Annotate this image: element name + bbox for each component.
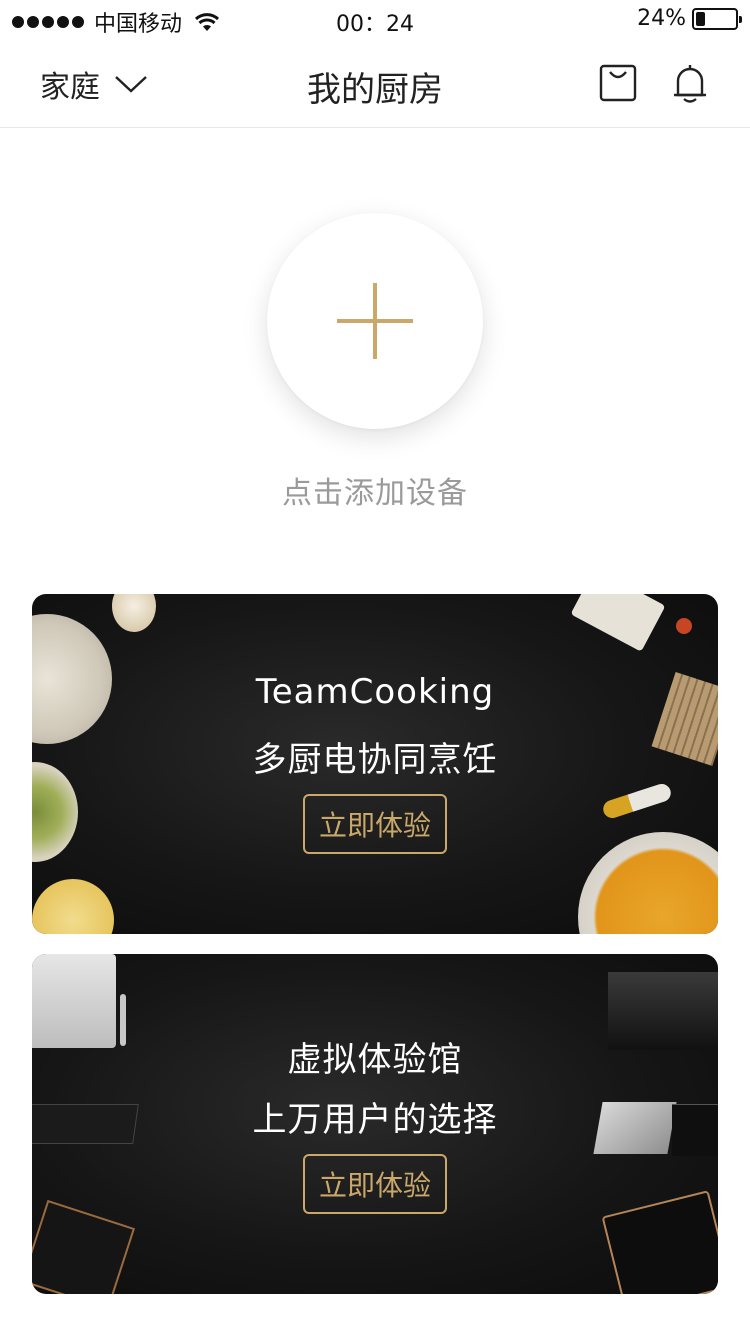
soup-bowl-image <box>578 832 718 934</box>
tomato-image <box>676 618 692 634</box>
battery-level <box>696 11 705 26</box>
status-right: 24% <box>637 6 742 31</box>
add-device-label: 点击添加设备 <box>282 476 468 511</box>
banner-subtitle: 上万用户的选择 <box>252 1100 498 1140</box>
status-bar: 中国移动 00：24 24% <box>0 0 750 40</box>
steam-oven-image <box>32 1199 136 1294</box>
salt-bowl-image <box>112 594 156 632</box>
bell-icon[interactable] <box>670 62 710 104</box>
add-device-button[interactable] <box>267 213 483 429</box>
control-panel-image <box>601 1190 718 1294</box>
shopping-bag-icon[interactable] <box>598 62 638 104</box>
banner-title: 虚拟体验馆 <box>287 1040 463 1080</box>
try-now-button[interactable]: 立即体验 <box>303 794 447 854</box>
cutting-board-image <box>570 594 666 652</box>
plus-icon <box>337 283 413 359</box>
virtual-showroom-banner[interactable]: 虚拟体验馆 上万用户的选择 立即体验 <box>32 954 718 1294</box>
spoon-image <box>600 781 674 821</box>
nav-bar: 家庭 我的厨房 <box>0 40 750 128</box>
battery-icon <box>692 7 742 30</box>
nav-actions <box>598 62 710 104</box>
teamcooking-banner[interactable]: TeamCooking 多厨电协同烹饪 立即体验 <box>32 594 718 934</box>
lemon-slice-image <box>32 879 114 934</box>
battery-percent: 24% <box>637 6 686 31</box>
banner-subtitle: 多厨电协同烹饪 <box>252 740 498 780</box>
banner-title: TeamCooking <box>255 672 495 712</box>
try-now-button[interactable]: 立即体验 <box>303 1154 447 1214</box>
